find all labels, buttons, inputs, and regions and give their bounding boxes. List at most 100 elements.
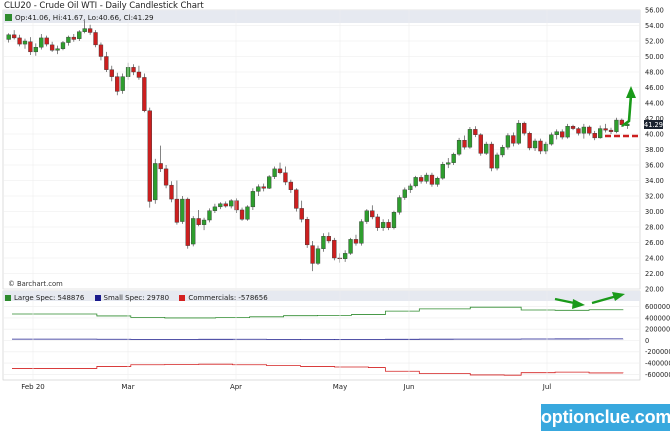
candle-body: [93, 32, 98, 46]
price-tick-label: 30.00: [645, 208, 664, 216]
candle-body: [11, 34, 17, 39]
price-tick-label: 40.00: [645, 130, 664, 138]
candle-body: [169, 184, 174, 200]
candle-body: [500, 146, 505, 156]
candle-body: [207, 210, 212, 221]
candle-body: [180, 198, 185, 222]
chart-svg: 20.00 22.00 24.00 26.00 28.00 30.00 32.00 34.00…: [2, 6, 670, 391]
candle-body: [370, 210, 375, 218]
legend-large-spec-label: Large Spec: 548876: [14, 294, 85, 302]
candle-body: [212, 206, 218, 211]
price-tick-label: 56.00: [645, 6, 664, 14]
legend-small-spec: Small Spec: 29780: [94, 294, 170, 302]
legend-large-spec-swatch: [5, 295, 11, 301]
candle-body: [131, 67, 136, 73]
ohlc-text: Op:41.06, Hi:41.67, Lo:40.66, Cl:41.29: [15, 13, 154, 22]
candle-body: [332, 239, 337, 259]
price-tick-label: 44.00: [645, 99, 664, 107]
candle-body: [342, 253, 348, 259]
candle-body: [261, 186, 266, 189]
cot-tick-label: 400000: [645, 314, 670, 322]
candle-body: [147, 110, 152, 202]
candle-body: [87, 28, 93, 33]
candle-body: [6, 34, 11, 40]
candle-body: [462, 139, 467, 148]
cot-tick-label: -600000: [645, 371, 670, 379]
candle-body: [467, 129, 473, 148]
candle-body: [299, 208, 304, 220]
price-tick-label: 24.00: [645, 254, 664, 262]
legend-commercials-label: Commercials: -578656: [188, 294, 268, 302]
candle-body: [33, 47, 38, 53]
candle-body: [109, 69, 114, 77]
candle-body: [136, 71, 142, 78]
x-tick-label: Jul: [542, 383, 552, 391]
candle-body: [353, 239, 359, 244]
candle-body: [456, 139, 462, 155]
price-panel: 20.00 22.00 24.00 26.00 28.00 30.00 32.00 34.00…: [2, 6, 664, 293]
candle-body: [348, 239, 353, 254]
candle-body: [435, 177, 440, 185]
candle-body: [60, 42, 66, 49]
price-y-ticks: 20.00 22.00 24.00 26.00 28.00 30.00 32.00 34.00…: [645, 6, 664, 293]
candle-body: [98, 44, 104, 57]
candle-body: [478, 134, 483, 154]
candle-body: [565, 126, 570, 138]
candle-body: [446, 162, 451, 165]
candle-body: [511, 135, 516, 144]
legend-small-spec-swatch: [94, 295, 101, 301]
candle-body: [201, 219, 207, 225]
last-price-label: 41.29: [644, 121, 663, 129]
candle-body: [603, 128, 608, 131]
candle-body: [185, 198, 190, 246]
candle-body: [163, 168, 169, 186]
price-tick-label: 50.00: [645, 53, 664, 61]
candle-body: [277, 168, 283, 173]
candle-body: [570, 126, 576, 129]
candle-body: [218, 203, 223, 208]
candle-body: [532, 140, 538, 149]
candle-body: [527, 133, 532, 149]
candle-body: [310, 245, 315, 264]
cot-tick-label: -400000: [645, 359, 670, 367]
candle-body: [294, 189, 299, 209]
candle-body: [538, 140, 543, 152]
price-tick-label: 54.00: [645, 22, 664, 30]
candle-body: [614, 119, 619, 132]
candle-body: [82, 28, 87, 32]
candle-body: [153, 163, 158, 201]
candle-body: [120, 76, 125, 91]
candle-body: [142, 77, 147, 111]
candle-body: [473, 129, 478, 135]
candle-body: [191, 218, 196, 245]
candle-body: [22, 40, 28, 45]
brand-watermark[interactable]: optionclue.com: [541, 404, 670, 431]
candle-body: [359, 221, 364, 244]
candle-body: [283, 172, 288, 183]
candle-body: [608, 129, 614, 132]
legend-commercials-swatch: [179, 295, 186, 301]
candle-body: [522, 122, 527, 134]
legend-small-spec-label: Small Spec: 29780: [103, 294, 170, 302]
price-tick-label: 52.00: [645, 37, 664, 45]
candle-body: [413, 177, 418, 187]
chart-title: CLU20 - Crude Oil WTI - Daily Candlestic…: [4, 1, 204, 11]
candle-body: [386, 222, 391, 228]
price-tick-label: 22.00: [645, 270, 664, 278]
price-tick-label: 46.00: [645, 84, 664, 92]
candle-body: [380, 222, 386, 228]
legend-commercials: Commercials: -578656: [179, 294, 268, 302]
candle-body: [397, 197, 402, 213]
cot-tick-label: 600000: [645, 303, 670, 311]
candle-body: [39, 37, 44, 48]
candle-body: [158, 163, 163, 170]
candle-body: [489, 143, 494, 169]
candle-body: [245, 206, 250, 220]
candle-body: [174, 198, 180, 223]
x-tick-label: Jun: [403, 383, 415, 391]
candle-body: [364, 210, 369, 222]
candle-body: [28, 41, 33, 53]
candle-body: [44, 37, 49, 45]
candle-body: [494, 154, 500, 169]
candle-body: [66, 36, 71, 43]
